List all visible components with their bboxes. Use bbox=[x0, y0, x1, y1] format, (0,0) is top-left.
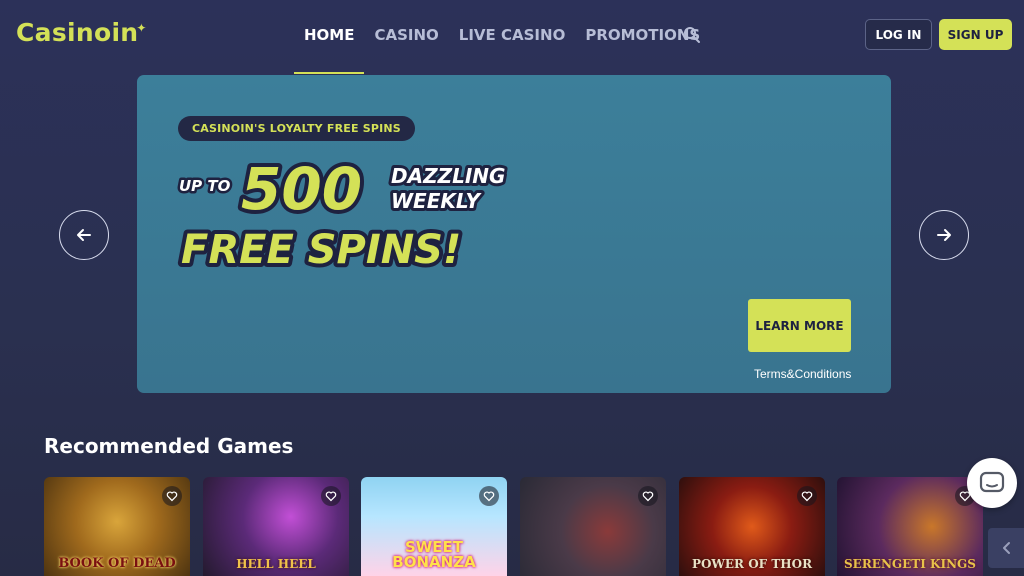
arrow-right-icon bbox=[937, 229, 951, 241]
heart-icon bbox=[166, 491, 178, 502]
games-scroll-prev-button[interactable] bbox=[988, 528, 1024, 568]
game-card-vampires[interactable] bbox=[520, 477, 666, 576]
chat-icon bbox=[979, 471, 1005, 493]
game-card-book-of-dead[interactable]: BOOK OF DEAD bbox=[44, 477, 190, 576]
chevron-left-icon bbox=[1003, 542, 1010, 554]
headline-up-to: UP TO bbox=[179, 177, 231, 195]
headline-dazzling: DAZZLING bbox=[391, 164, 505, 188]
game-card-serengeti-kings[interactable]: SERENGETI KINGS bbox=[837, 477, 983, 576]
heart-icon bbox=[325, 491, 337, 502]
casinoin-logo[interactable]: Casinoin✦ bbox=[16, 18, 147, 47]
promo-banner[interactable]: CASINOIN'S LOYALTY FREE SPINS UP TO 500 … bbox=[137, 75, 891, 393]
favorite-button[interactable] bbox=[797, 486, 817, 506]
login-button[interactable]: LOG IN bbox=[865, 19, 932, 50]
nav-casino[interactable]: CASINO bbox=[364, 0, 448, 74]
headline-amount: 500 bbox=[241, 155, 362, 223]
game-card-power-of-thor[interactable]: POWER OF THOR bbox=[679, 477, 825, 576]
game-title: BOOK OF DEAD bbox=[58, 556, 176, 571]
headline-free-spins: FREE SPINS! bbox=[181, 227, 461, 273]
promo-pill: CASINOIN'S LOYALTY FREE SPINS bbox=[178, 116, 415, 141]
search-icon[interactable] bbox=[683, 26, 701, 44]
heart-icon bbox=[801, 491, 813, 502]
signup-button[interactable]: SIGN UP bbox=[939, 19, 1012, 50]
terms-link[interactable]: Terms&Conditions bbox=[754, 367, 851, 381]
logo-star-icon: ✦ bbox=[136, 21, 147, 35]
section-title: Recommended Games bbox=[44, 434, 294, 458]
game-title: SERENGETI KINGS bbox=[844, 557, 976, 571]
favorite-button[interactable] bbox=[162, 486, 182, 506]
game-title: HELL HEEL bbox=[236, 557, 316, 571]
heart-icon bbox=[483, 491, 495, 502]
heart-icon bbox=[642, 491, 654, 502]
chat-button[interactable] bbox=[967, 458, 1017, 508]
promo-headline: UP TO 500 DAZZLING WEEKLY FREE SPINS! bbox=[177, 153, 509, 277]
game-card-sweet-bonanza[interactable]: SWEET BONANZA bbox=[361, 477, 507, 576]
favorite-button[interactable] bbox=[479, 486, 499, 506]
favorite-button[interactable] bbox=[321, 486, 341, 506]
game-title: POWER OF THOR bbox=[691, 557, 813, 571]
main-nav: HOME CASINO LIVE CASINO PROMOTIONS bbox=[294, 0, 710, 74]
game-title: SWEET BONANZA bbox=[392, 538, 476, 571]
carousel-next-button[interactable] bbox=[919, 210, 969, 260]
headline-weekly: WEEKLY bbox=[391, 189, 483, 213]
game-card-hell-heel[interactable]: HELL HEEL bbox=[203, 477, 349, 576]
learn-more-button[interactable]: LEARN MORE bbox=[748, 299, 851, 352]
nav-live-casino[interactable]: LIVE CASINO bbox=[449, 0, 576, 74]
arrow-left-icon bbox=[77, 229, 91, 241]
nav-home[interactable]: HOME bbox=[294, 0, 365, 74]
favorite-button[interactable] bbox=[638, 486, 658, 506]
logo-text: Casinoin bbox=[16, 18, 139, 47]
carousel-prev-button[interactable] bbox=[59, 210, 109, 260]
site-header: Casinoin✦ HOME CASINO LIVE CASINO PROMOT… bbox=[0, 0, 1024, 74]
